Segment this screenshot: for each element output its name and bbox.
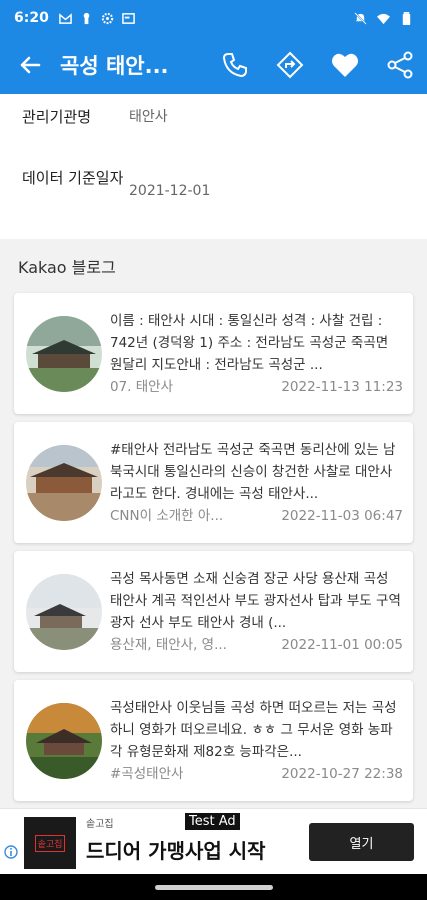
ad-logo: 솥고집 xyxy=(24,817,76,869)
wifi-icon xyxy=(377,13,390,24)
info-block: 관리기관명 태안사 데이터 기준일자 2021-12-01 xyxy=(0,94,427,239)
blog-name: #곡성태안사 xyxy=(110,765,184,782)
blog-datetime: 2022-11-13 11:23 xyxy=(281,378,403,395)
blog-datetime: 2022-10-27 22:38 xyxy=(281,765,403,782)
blog-name: 07. 태안사 xyxy=(110,378,174,395)
home-handle[interactable] xyxy=(155,885,273,890)
back-arrow-icon xyxy=(20,56,41,74)
blog-thumbnail xyxy=(26,444,102,521)
blog-datetime: 2022-11-01 00:05 xyxy=(281,636,403,653)
gmail-icon xyxy=(59,12,72,24)
info-value: 태안사 xyxy=(129,109,168,125)
blog-name: CNN이 소개한 아... xyxy=(110,507,224,524)
test-ad-label: Test Ad xyxy=(185,813,240,830)
share-icon xyxy=(387,51,412,79)
status-time: 6:20 xyxy=(14,10,49,26)
blog-thumbnail xyxy=(26,315,102,392)
ad-banner[interactable]: 솥고집 솥고집 Test Ad 드디어 가맹사업 시작 열기 xyxy=(0,808,427,874)
screenshot-icon xyxy=(122,12,135,24)
notification-icon xyxy=(83,12,90,24)
settings-icon xyxy=(101,12,113,24)
blog-card[interactable]: 이름 : 태안사 시대 : 통일신라 성격 : 사찰 건립 : 742년 (경덕… xyxy=(14,293,413,414)
battery-icon xyxy=(402,11,411,25)
navigation-bar xyxy=(0,874,427,900)
ad-headline: 드디어 가맹사업 시작 xyxy=(86,839,266,863)
blog-section-title: Kakao 블로그 xyxy=(18,258,116,277)
blog-snippet: 이름 : 태안사 시대 : 통일신라 성격 : 사찰 건립 : 742년 (경덕… xyxy=(110,312,389,373)
blog-card[interactable]: #태안사 전라남도 곡성군 죽곡면 동리산에 있는 남북국시대 통일신라의 신승… xyxy=(14,422,413,543)
blog-thumbnail xyxy=(26,702,102,779)
ad-advertiser: 솥고집 xyxy=(86,819,114,830)
favorite-button[interactable] xyxy=(317,36,372,94)
status-bar: 6:20 xyxy=(0,0,427,36)
blog-card[interactable]: 곡성 목사동면 소재 신숭겸 장군 사당 용산재 곡성 태안사 계곡 적인선사 … xyxy=(14,551,413,672)
info-label: 관리기관명 xyxy=(22,108,92,126)
blog-thumbnail xyxy=(26,573,102,650)
info-label: 데이터 기준일자 xyxy=(22,169,124,187)
ad-info-icon[interactable] xyxy=(4,845,18,859)
mute-icon xyxy=(354,11,367,25)
directions-button[interactable] xyxy=(262,36,317,94)
detail-content[interactable]: 관리기관명 태안사 데이터 기준일자 2021-12-01 Kakao 블로그 … xyxy=(0,94,427,808)
phone-icon xyxy=(222,53,247,78)
directions-icon xyxy=(276,51,303,79)
blog-card[interactable]: 곡성태안사 이웃님들 곡성 하면 떠오르는 저는 곡성 하니 영화가 떠오르네요… xyxy=(14,680,413,801)
blog-snippet: 곡성태안사 이웃님들 곡성 하면 떠오르는 저는 곡성 하니 영화가 떠오르네요… xyxy=(110,699,397,760)
favorite-icon xyxy=(331,53,358,77)
call-button[interactable] xyxy=(207,36,262,94)
back-button[interactable] xyxy=(0,36,60,94)
share-button[interactable] xyxy=(372,36,427,94)
app-bar: 곡성 태안... xyxy=(0,36,427,94)
info-value: 2021-12-01 xyxy=(129,183,211,199)
blog-snippet: #태안사 전라남도 곡성군 죽곡면 동리산에 있는 남북국시대 통일신라의 신승… xyxy=(110,441,396,502)
blog-datetime: 2022-11-03 06:47 xyxy=(281,507,403,524)
blog-name: 용산재, 태안사, 영... xyxy=(110,636,227,653)
page-title: 곡성 태안... xyxy=(60,54,169,78)
ad-open-button[interactable]: 열기 xyxy=(309,823,414,861)
info-row-management: 관리기관명 태안사 xyxy=(22,94,405,142)
blog-snippet: 곡성 목사동면 소재 신숭겸 장군 사당 용산재 곡성 태안사 계곡 적인선사 … xyxy=(110,570,401,631)
info-row-data-date: 데이터 기준일자 2021-12-01 xyxy=(22,142,405,239)
